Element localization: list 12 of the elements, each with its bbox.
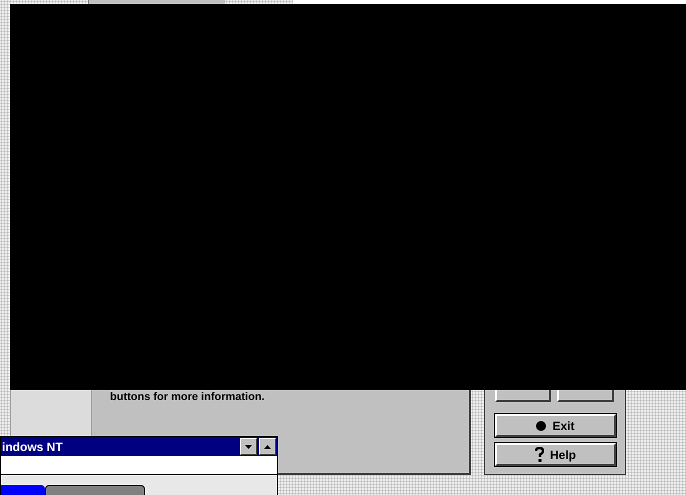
- window-title: indows NT: [2, 438, 63, 456]
- nav-button[interactable]: Help: [495, 443, 616, 466]
- back-button[interactable]: [495, 390, 551, 402]
- maximize-button[interactable]: [259, 438, 276, 455]
- minimize-button[interactable]: [240, 438, 257, 455]
- dot-icon: [536, 420, 546, 430]
- info-text: buttons for more information.: [110, 392, 266, 403]
- nav-button[interactable]: Exit: [495, 414, 616, 437]
- up-arrow-icon: [264, 444, 271, 448]
- down-arrow-icon: [245, 444, 252, 448]
- next-button[interactable]: [557, 390, 614, 402]
- help-icon: [534, 446, 544, 462]
